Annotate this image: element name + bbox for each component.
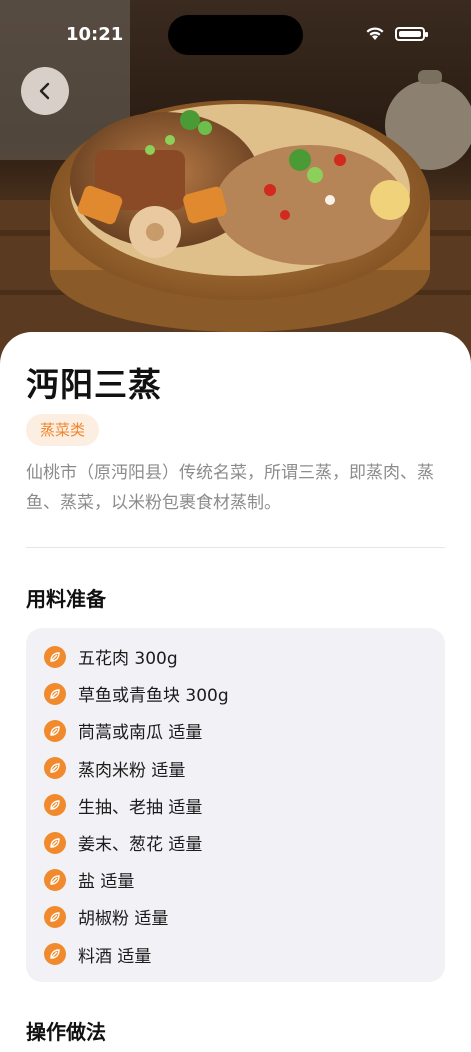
leaf-icon [44, 645, 66, 668]
leaf-icon [44, 868, 66, 891]
ingredient-label: 盐 适量 [78, 872, 135, 893]
list-item: 五花肉 300g [26, 638, 445, 675]
wifi-icon [366, 27, 384, 40]
list-item: 草鱼或青鱼块 300g [26, 675, 445, 712]
leaf-icon [44, 905, 66, 928]
recipe-detail-sheet: 沔阳三蒸 蒸菜类 仙桃市（原沔阳县）传统名菜，所谓三蒸，即蒸肉、蒸鱼、蒸菜，以米… [0, 332, 471, 1052]
back-button[interactable] [21, 67, 69, 115]
ingredient-label: 茼蒿或南瓜 适量 [78, 723, 203, 744]
list-item: 生抽、老抽 适量 [26, 787, 445, 824]
list-item: 姜末、葱花 适量 [26, 824, 445, 861]
chevron-left-icon [39, 82, 50, 100]
steps-section-title: 操作做法 [26, 1020, 106, 1044]
ingredients-list: 五花肉 300g 草鱼或青鱼块 300g 茼蒿或南瓜 适量 蒸肉米粉 适量 生抽… [26, 628, 445, 982]
status-time: 10:21 [66, 24, 124, 45]
list-item: 茼蒿或南瓜 适量 [26, 712, 445, 749]
ingredient-label: 五花肉 300g [78, 649, 178, 670]
leaf-icon [44, 757, 66, 780]
recipe-title: 沔阳三蒸 [26, 365, 162, 404]
list-item: 盐 适量 [26, 861, 445, 898]
status-bar: 10:21 [0, 0, 471, 60]
list-item: 胡椒粉 适量 [26, 898, 445, 935]
ingredient-label: 生抽、老抽 适量 [78, 797, 203, 818]
battery-icon [395, 27, 428, 41]
leaf-icon [44, 831, 66, 854]
recipe-description: 仙桃市（原沔阳县）传统名菜，所谓三蒸，即蒸肉、蒸鱼、蒸菜，以米粉包裹食材蒸制。 [26, 463, 434, 513]
ingredient-label: 姜末、葱花 适量 [78, 835, 203, 856]
leaf-icon [44, 794, 66, 817]
leaf-icon [44, 719, 66, 742]
ingredient-label: 胡椒粉 适量 [78, 909, 169, 930]
ingredient-label: 草鱼或青鱼块 300g [78, 686, 229, 707]
leaf-icon [44, 943, 66, 966]
ingredient-label: 蒸肉米粉 适量 [78, 760, 186, 781]
category-tag: 蒸菜类 [26, 414, 100, 446]
divider [26, 547, 445, 548]
list-item: 蒸肉米粉 适量 [26, 750, 445, 787]
leaf-icon [44, 682, 66, 705]
ingredients-section-title: 用料准备 [26, 587, 106, 611]
dynamic-island [168, 15, 303, 55]
ingredient-label: 料酒 适量 [78, 946, 152, 967]
list-item: 料酒 适量 [26, 936, 445, 973]
